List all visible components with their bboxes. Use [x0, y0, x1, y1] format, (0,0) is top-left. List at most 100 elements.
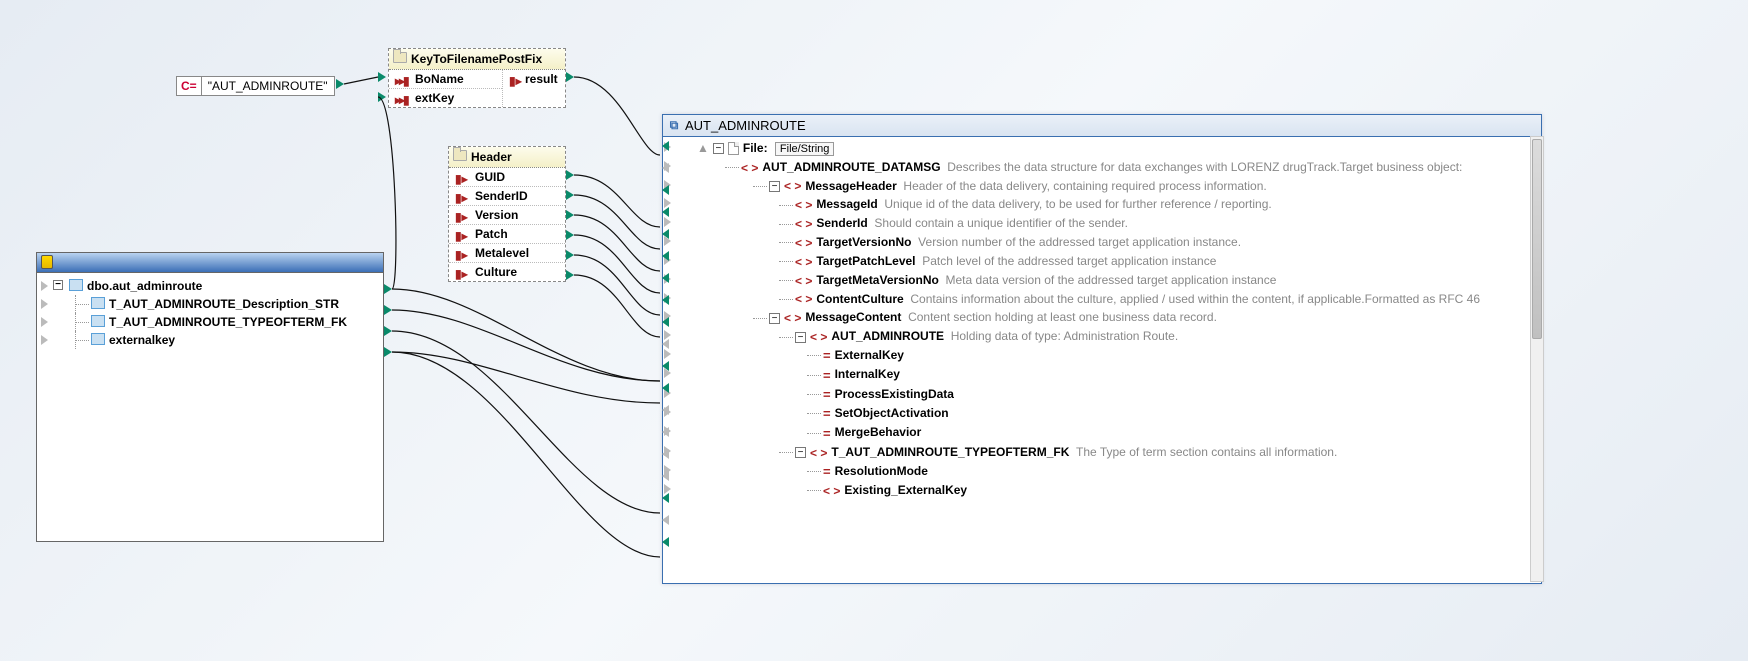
func-keytofilenamepostfix[interactable]: KeyToFilenamePostFix ▸▸▮ BoName ▸▸▮ extK… [388, 48, 566, 108]
target-in-port[interactable] [662, 251, 669, 261]
scrollbar-thumb[interactable] [1532, 139, 1542, 339]
target-in-port[interactable] [662, 317, 669, 327]
db-child-1[interactable]: T_AUT_ADMINROUTE_TYPEOFTERM_FK [39, 313, 381, 331]
target-in-port[interactable] [662, 537, 669, 547]
toggle-minus-icon[interactable]: − [713, 143, 724, 154]
target-row-mergebehavior[interactable]: =MergeBehavior [665, 423, 1539, 442]
expand-tri-icon [41, 317, 48, 327]
target-in-port[interactable] [662, 515, 669, 525]
file-icon [728, 142, 739, 155]
target-in-port[interactable] [662, 207, 669, 217]
input-arrows-icon: ▸▸▮ [395, 74, 409, 88]
target-in-port[interactable] [662, 427, 669, 437]
target-in-port[interactable] [662, 471, 669, 481]
func1-boname-port[interactable] [378, 72, 386, 82]
toggle-icon[interactable]: − [769, 313, 780, 324]
target-in-port[interactable] [662, 273, 669, 283]
target-row-targetmetaversionno[interactable]: < >TargetMetaVersionNo Meta data version… [665, 271, 1539, 290]
func2-out-metalevel[interactable]: ▮▸Metalevel [449, 243, 565, 262]
file-string-button[interactable]: File/String [775, 142, 835, 156]
db-child-0[interactable]: T_AUT_ADMINROUTE_Description_STR [39, 295, 381, 313]
func2-metalevel-port[interactable] [566, 250, 574, 260]
func1-in-extkey[interactable]: ▸▸▮ extKey [389, 88, 502, 107]
func2-senderid-port[interactable] [566, 190, 574, 200]
target-row-contentculture[interactable]: < >ContentCulture Contains information a… [665, 290, 1539, 309]
db-root-row[interactable]: − dbo.aut_adminroute [39, 277, 381, 295]
db-titlebar[interactable] [37, 253, 383, 273]
constant-out-port[interactable] [336, 79, 344, 89]
db-child0-port[interactable] [384, 305, 392, 315]
target-row-aut_adminroute_datamsg[interactable]: < >AUT_ADMINROUTE_DATAMSG Describes the … [665, 158, 1539, 177]
attr-icon: = [823, 348, 831, 363]
func1-out-result[interactable]: ▮▸ result [503, 70, 565, 88]
output-arrow-icon: ▮▸ [455, 191, 469, 205]
db-child2-port[interactable] [384, 347, 392, 357]
target-row-targetpatchlevel[interactable]: < >TargetPatchLevel Patch level of the a… [665, 252, 1539, 271]
target-input-ports [662, 137, 672, 583]
attr-icon: = [823, 426, 831, 441]
folder-icon [393, 52, 407, 63]
func2-out-patch[interactable]: ▮▸Patch [449, 224, 565, 243]
func2-guid-port[interactable] [566, 170, 574, 180]
expand-tri-icon [41, 281, 48, 291]
db-child-2[interactable]: externalkey [39, 331, 381, 349]
target-in-port[interactable] [662, 141, 669, 151]
target-row-processexistingdata[interactable]: =ProcessExistingData [665, 385, 1539, 404]
func2-version-port[interactable] [566, 210, 574, 220]
db-root-port[interactable] [384, 284, 392, 294]
toggle-icon[interactable]: − [795, 447, 806, 458]
xml-tag-icon: < > [810, 330, 827, 344]
func2-out-culture[interactable]: ▮▸Culture [449, 262, 565, 281]
target-in-port[interactable] [662, 229, 669, 239]
target-row-messagecontent[interactable]: −< >MessageContent Content section holdi… [665, 308, 1539, 327]
func1-result-port[interactable] [566, 72, 574, 82]
target-in-port[interactable] [662, 339, 669, 349]
func2-out-senderid[interactable]: ▮▸SenderID [449, 186, 565, 205]
target-in-port[interactable] [662, 185, 669, 195]
target-row-resolutionmode[interactable]: =ResolutionMode [665, 462, 1539, 481]
target-row-messageheader[interactable]: −< >MessageHeader Header of the data del… [665, 177, 1539, 196]
xml-tag-icon: < > [810, 446, 827, 460]
func2-out-version[interactable]: ▮▸Version [449, 205, 565, 224]
target-in-port[interactable] [662, 163, 669, 173]
func2-patch-port[interactable] [566, 230, 574, 240]
toggle-icon[interactable]: − [769, 181, 780, 192]
func1-extkey-port[interactable] [378, 92, 386, 102]
toggle-minus-icon[interactable]: − [53, 280, 63, 290]
folder-icon [453, 150, 467, 161]
func1-in-boname[interactable]: ▸▸▮ BoName [389, 70, 502, 88]
target-row-senderid[interactable]: < >SenderId Should contain a unique iden… [665, 214, 1539, 233]
db-source-node[interactable]: − dbo.aut_adminroute T_AUT_ADMINROUTE_De… [36, 252, 384, 542]
func2-culture-port[interactable] [566, 270, 574, 280]
db-child1-port[interactable] [384, 326, 392, 336]
target-scrollbar[interactable] [1530, 136, 1544, 582]
xml-tag-icon: < > [741, 161, 758, 175]
target-in-port[interactable] [662, 361, 669, 371]
target-in-port[interactable] [662, 295, 669, 305]
func2-out-guid[interactable]: ▮▸GUID [449, 168, 565, 186]
target-row-internalkey[interactable]: =InternalKey [665, 365, 1539, 384]
target-in-port[interactable] [662, 383, 669, 393]
target-file-row[interactable]: ▲−File: File/String [665, 139, 1539, 158]
target-row-messageid[interactable]: < >MessageId Unique id of the data deliv… [665, 195, 1539, 214]
xml-tag-icon: < > [795, 255, 812, 269]
target-row-t_aut_adminroute_typeofterm_fk[interactable]: −< >T_AUT_ADMINROUTE_TYPEOFTERM_FK The T… [665, 443, 1539, 462]
output-arrow-icon: ▮▸ [455, 248, 469, 262]
target-in-port[interactable] [662, 405, 669, 415]
target-row-aut_adminroute[interactable]: −< >AUT_ADMINROUTE Holding data of type:… [665, 327, 1539, 346]
schema-icon: ⧉ [667, 118, 681, 132]
table-icon [91, 297, 105, 309]
xml-tag-icon: < > [795, 236, 812, 250]
target-row-externalkey[interactable]: =ExternalKey [665, 346, 1539, 365]
toggle-icon[interactable]: − [795, 332, 806, 343]
xml-tag-icon: < > [795, 292, 812, 306]
func-header[interactable]: Header ▮▸GUID ▮▸SenderID ▮▸Version ▮▸Pat… [448, 146, 566, 282]
output-arrow-icon: ▮▸ [455, 210, 469, 224]
constant-node[interactable]: C= "AUT_ADMINROUTE" [176, 76, 335, 96]
target-in-port[interactable] [662, 493, 669, 503]
target-panel[interactable]: ⧉ AUT_ADMINROUTE ▲−File: File/String< >A… [662, 114, 1542, 584]
target-row-existing_externalkey[interactable]: < >Existing_ExternalKey [665, 481, 1539, 500]
target-row-targetversionno[interactable]: < >TargetVersionNo Version number of the… [665, 233, 1539, 252]
target-row-setobjectactivation[interactable]: =SetObjectActivation [665, 404, 1539, 423]
target-in-port[interactable] [662, 449, 669, 459]
